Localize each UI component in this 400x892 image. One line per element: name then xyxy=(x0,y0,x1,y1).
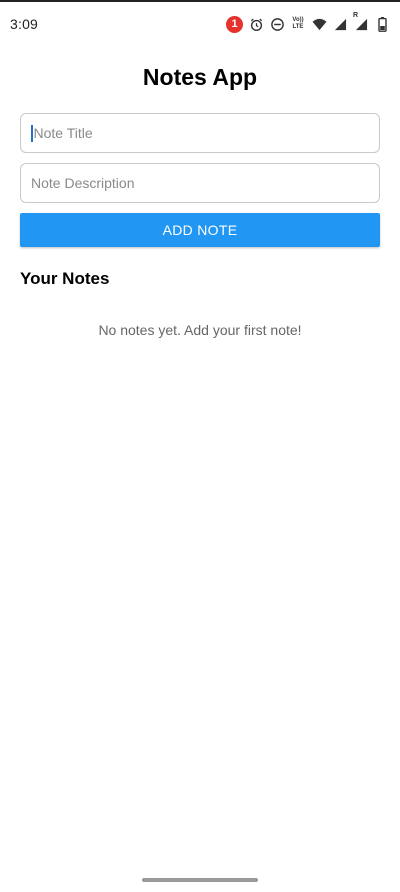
app-screen: 3:09 1 Vo)) LTE R Notes App Note Title N… xyxy=(0,0,400,892)
empty-notes-message: No notes yet. Add your first note! xyxy=(98,322,302,338)
alarm-icon xyxy=(248,16,264,32)
status-bar: 3:09 1 Vo)) LTE R xyxy=(0,2,400,46)
volte-icon: Vo)) LTE xyxy=(292,17,304,30)
cellular-signal-roaming-icon: R xyxy=(353,12,369,32)
status-icons: 1 Vo)) LTE R xyxy=(226,12,390,33)
notes-section-heading: Your Notes xyxy=(20,269,110,288)
home-indicator[interactable] xyxy=(142,878,258,882)
wifi-icon xyxy=(311,16,327,32)
note-description-input[interactable] xyxy=(31,175,379,191)
add-note-button[interactable]: ADD NOTE xyxy=(20,213,380,247)
text-cursor xyxy=(31,124,33,142)
battery-icon xyxy=(374,16,390,32)
note-title-input[interactable] xyxy=(33,125,379,141)
roaming-label: R xyxy=(353,12,359,19)
status-time: 3:09 xyxy=(10,16,39,32)
do-not-disturb-icon xyxy=(269,16,285,32)
cellular-signal-icon xyxy=(332,16,348,32)
notification-badge: 1 xyxy=(226,15,243,33)
note-title-field[interactable] xyxy=(20,113,380,153)
note-description-field[interactable] xyxy=(20,163,380,203)
page-title: Notes App xyxy=(142,64,258,90)
